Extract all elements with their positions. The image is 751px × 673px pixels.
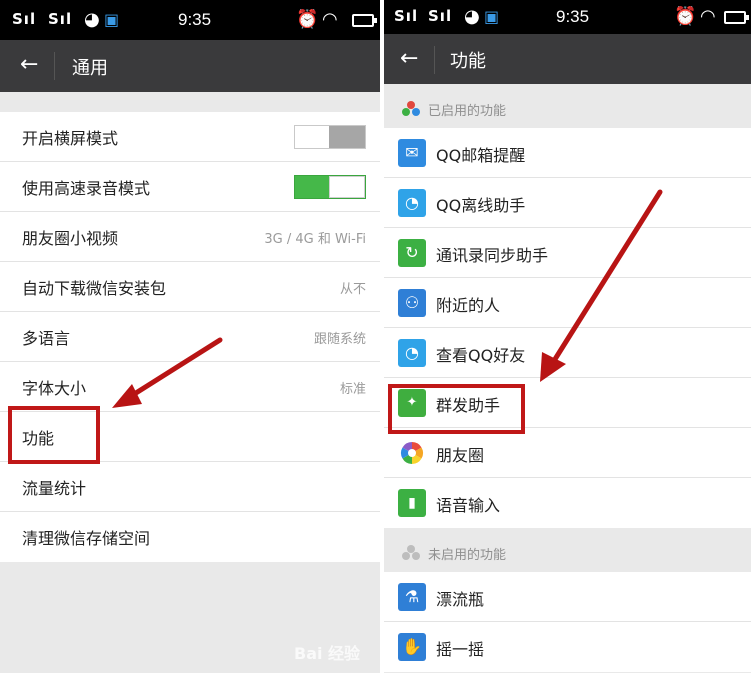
arrow-right [540, 189, 663, 382]
annotation-arrows [112, 189, 663, 408]
arrow-left [112, 337, 223, 408]
